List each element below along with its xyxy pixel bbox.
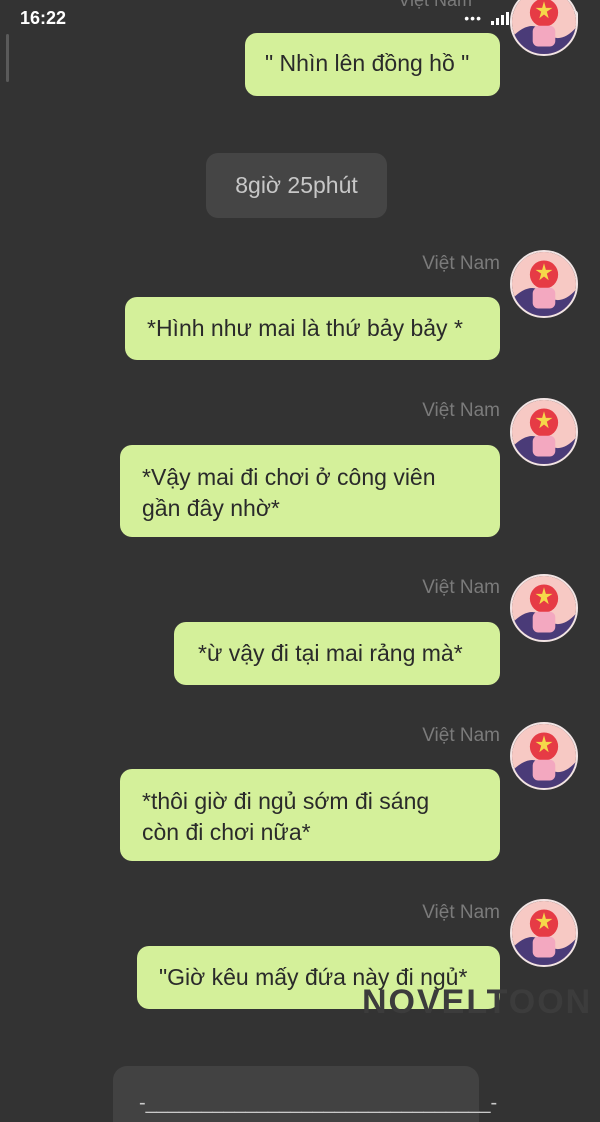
clock: 16:22 [20, 8, 67, 28]
message-text: " Nhìn lên đồng hồ " [265, 50, 470, 76]
message-text: *thôi giờ đi ngủ sớm đi sáng còn đi chơi… [142, 788, 430, 845]
avatar[interactable] [510, 899, 578, 967]
time-divider: 8giờ 25phút [206, 153, 387, 218]
time-divider-text: 8giờ 25phút [235, 172, 358, 198]
message-text: *ừ vậy đi tại mai rảng mà* [198, 640, 463, 666]
avatar[interactable] [510, 722, 578, 790]
avatar[interactable] [510, 574, 578, 642]
message-bubble: *ừ vậy đi tại mai rảng mà* [174, 622, 500, 685]
avatar[interactable] [510, 0, 578, 56]
message-text: *Vậy mai đi chơi ở công viên gần đây nhờ… [142, 464, 436, 521]
scroll-indicator[interactable] [6, 34, 9, 82]
bottom-message-card: -_______________________________- [113, 1066, 497, 1122]
bottom-note-text: -_______________________________- [139, 1092, 498, 1114]
sender-name: Việt Nam [398, 0, 472, 10]
sender-name: Việt Nam [422, 253, 500, 274]
message-bubble: *Vậy mai đi chơi ở công viên gần đây nhờ… [120, 445, 500, 537]
more-notifications-icon: ••• [464, 10, 482, 26]
sender-name: Việt Nam [422, 725, 500, 746]
avatar[interactable] [510, 398, 578, 466]
message-bubble: *Hình như mai là thứ bảy bảy * [125, 297, 500, 360]
sender-name: Việt Nam [422, 902, 500, 923]
sender-name: Việt Nam [422, 577, 500, 598]
sender-name: Việt Nam [422, 400, 500, 421]
message-text: *Hình như mai là thứ bảy bảy * [147, 315, 463, 341]
avatar[interactable] [510, 250, 578, 318]
message-bubble: *thôi giờ đi ngủ sớm đi sáng còn đi chơi… [120, 769, 500, 861]
signal-icon [491, 12, 509, 25]
message-bubble: " Nhìn lên đồng hồ " [245, 33, 500, 96]
watermark: NOVELTOON [362, 983, 593, 1021]
